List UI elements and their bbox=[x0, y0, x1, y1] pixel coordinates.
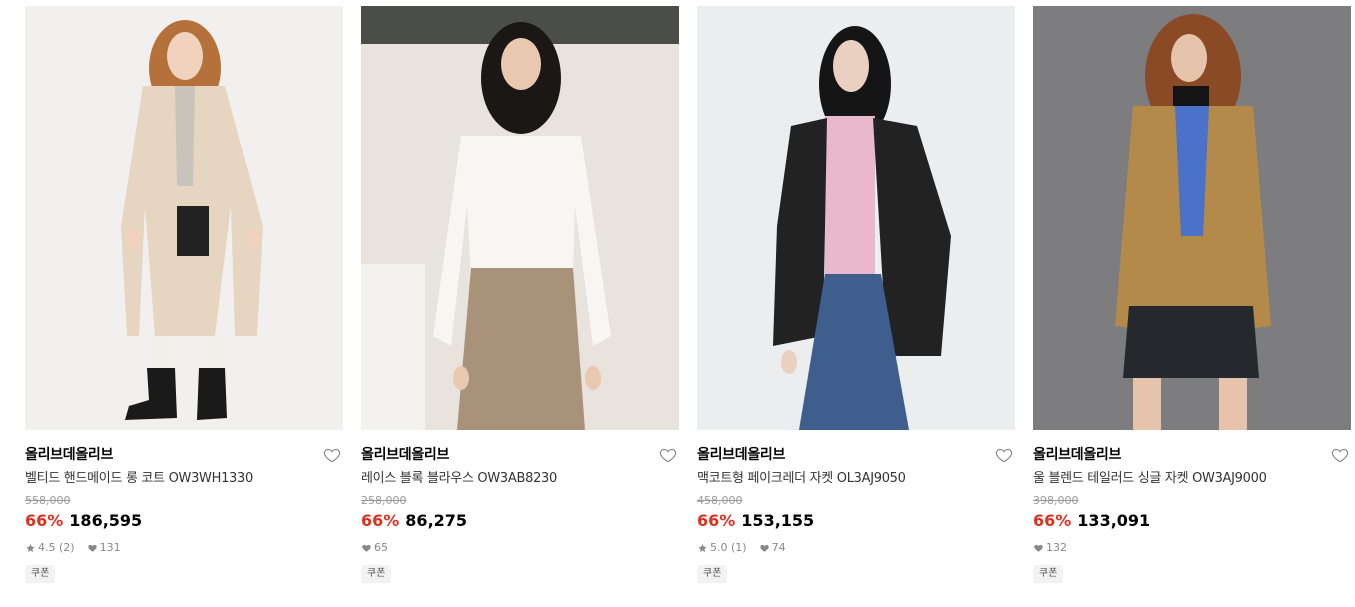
product-meta: 132 bbox=[1033, 541, 1351, 555]
discount-rate: 66% bbox=[697, 511, 736, 530]
brand-name[interactable]: 올리브데올리브 bbox=[697, 446, 1015, 464]
likes-count: 65 bbox=[374, 541, 388, 554]
heart-icon bbox=[362, 544, 371, 552]
sale-price: 133,091 bbox=[1077, 511, 1151, 530]
wishlist-heart-icon[interactable] bbox=[995, 446, 1013, 464]
product-image[interactable] bbox=[1033, 6, 1351, 430]
review-count: (1) bbox=[731, 541, 747, 554]
likes: 74 bbox=[759, 541, 786, 555]
brand-name[interactable]: 올리브데올리브 bbox=[361, 446, 679, 464]
wishlist-heart-icon[interactable] bbox=[1331, 446, 1349, 464]
product-card[interactable]: 올리브데올리브 울 블렌드 테일러드 싱글 자켓 OW3AJ9000 398,0… bbox=[1033, 6, 1351, 583]
price-row: 66% 186,595 bbox=[25, 511, 343, 531]
likes-count: 131 bbox=[99, 541, 121, 554]
product-meta: 4.5 (2) 131 bbox=[25, 541, 343, 555]
heart-icon bbox=[1034, 544, 1043, 552]
coupon-badge: 쿠폰 bbox=[697, 565, 728, 583]
sale-price: 153,155 bbox=[741, 511, 815, 530]
product-grid: 올리브데올리브 벨티드 핸드메이드 롱 코트 OW3WH1330 558,000… bbox=[25, 6, 1351, 583]
discount-rate: 66% bbox=[361, 511, 400, 530]
coupon-badge: 쿠폰 bbox=[1033, 565, 1064, 583]
likes: 65 bbox=[361, 541, 388, 555]
heart-icon bbox=[87, 544, 97, 552]
original-price: 398,000 bbox=[1033, 494, 1079, 507]
rating-score: 4.5 bbox=[38, 541, 56, 554]
product-name[interactable]: 레이스 블록 블라우스 OW3AB8230 bbox=[361, 471, 679, 487]
wishlist-heart-icon[interactable] bbox=[659, 446, 677, 464]
original-price: 458,000 bbox=[697, 494, 743, 507]
rating-score: 5.0 bbox=[710, 541, 728, 554]
wishlist-heart-icon[interactable] bbox=[323, 446, 341, 464]
price-row: 66% 133,091 bbox=[1033, 511, 1351, 531]
product-name[interactable]: 벨티드 핸드메이드 롱 코트 OW3WH1330 bbox=[25, 471, 343, 487]
product-image[interactable] bbox=[697, 6, 1015, 430]
product-card[interactable]: 올리브데올리브 맥코트형 페이크레더 자켓 OL3AJ9050 458,000 … bbox=[697, 6, 1015, 583]
likes-count: 132 bbox=[1046, 541, 1067, 554]
rating: 4.5 (2) bbox=[25, 541, 75, 555]
product-card[interactable]: 올리브데올리브 레이스 블록 블라우스 OW3AB8230 258,000 66… bbox=[361, 6, 679, 583]
likes: 132 bbox=[1033, 541, 1067, 555]
heart-icon bbox=[759, 544, 769, 552]
original-price: 558,000 bbox=[25, 494, 71, 507]
brand-name[interactable]: 올리브데올리브 bbox=[1033, 446, 1351, 464]
sale-price: 186,595 bbox=[69, 511, 143, 530]
sale-price: 86,275 bbox=[405, 511, 468, 530]
likes: 131 bbox=[87, 541, 121, 555]
price-row: 66% 153,155 bbox=[697, 511, 1015, 531]
product-meta: 65 bbox=[361, 541, 679, 555]
product-image[interactable] bbox=[25, 6, 343, 430]
star-icon bbox=[698, 543, 707, 552]
price-row: 66% 86,275 bbox=[361, 511, 679, 531]
product-name[interactable]: 맥코트형 페이크레더 자켓 OL3AJ9050 bbox=[697, 471, 1015, 487]
product-name[interactable]: 울 블렌드 테일러드 싱글 자켓 OW3AJ9000 bbox=[1033, 471, 1351, 487]
likes-count: 74 bbox=[771, 541, 786, 554]
discount-rate: 66% bbox=[1033, 511, 1072, 530]
discount-rate: 66% bbox=[25, 511, 64, 530]
review-count: (2) bbox=[59, 541, 75, 554]
rating: 5.0 (1) bbox=[697, 541, 747, 555]
original-price: 258,000 bbox=[361, 494, 407, 507]
star-icon bbox=[26, 543, 35, 552]
coupon-badge: 쿠폰 bbox=[25, 565, 56, 583]
brand-name[interactable]: 올리브데올리브 bbox=[25, 446, 343, 464]
product-image[interactable] bbox=[361, 6, 679, 430]
product-meta: 5.0 (1) 74 bbox=[697, 541, 1015, 555]
coupon-badge: 쿠폰 bbox=[361, 565, 392, 583]
product-card[interactable]: 올리브데올리브 벨티드 핸드메이드 롱 코트 OW3WH1330 558,000… bbox=[25, 6, 343, 583]
